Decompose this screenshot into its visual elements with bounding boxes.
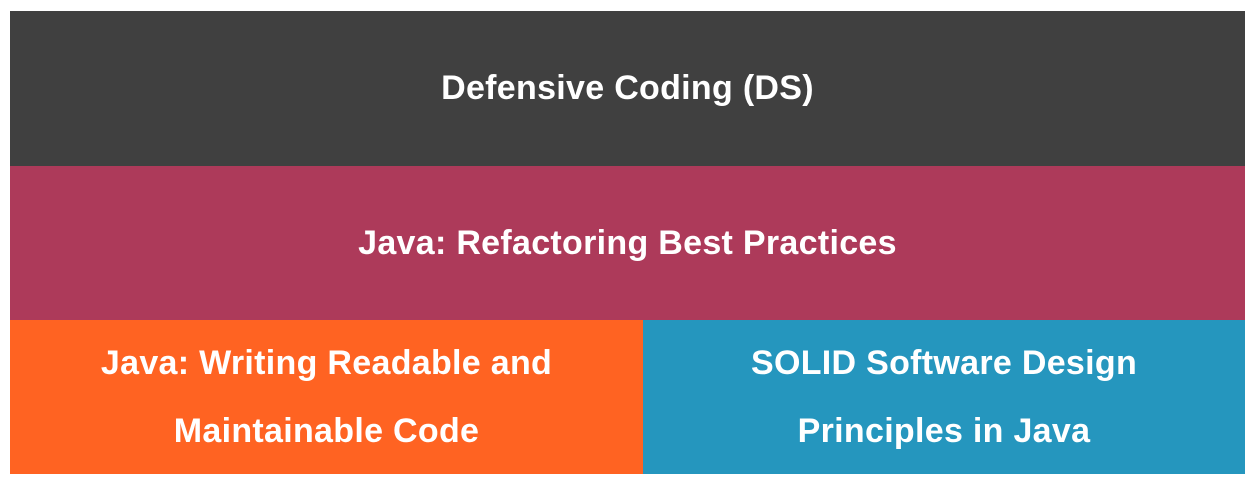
solid-principles-label: SOLID Software Design Principles in Java: [751, 329, 1137, 465]
solid-principles-line-2: Principles in Java: [797, 412, 1091, 450]
readable-code-block: Java: Writing Readable and Maintainable …: [10, 320, 643, 474]
refactoring-label: Java: Refactoring Best Practices: [358, 223, 897, 262]
readable-code-label: Java: Writing Readable and Maintainable …: [101, 329, 552, 465]
course-stack-diagram: Defensive Coding (DS) Java: Refactoring …: [10, 11, 1245, 474]
readable-code-line-2: Maintainable Code: [173, 412, 480, 450]
solid-principles-line-1: SOLID Software Design: [750, 344, 1138, 382]
defensive-coding-label: Defensive Coding (DS): [441, 69, 814, 107]
solid-principles-block: SOLID Software Design Principles in Java: [643, 320, 1245, 474]
defensive-coding-block: Defensive Coding (DS): [10, 11, 1245, 166]
refactoring-block: Java: Refactoring Best Practices: [10, 166, 1245, 320]
readable-code-line-1: Java: Writing Readable and: [100, 344, 553, 382]
